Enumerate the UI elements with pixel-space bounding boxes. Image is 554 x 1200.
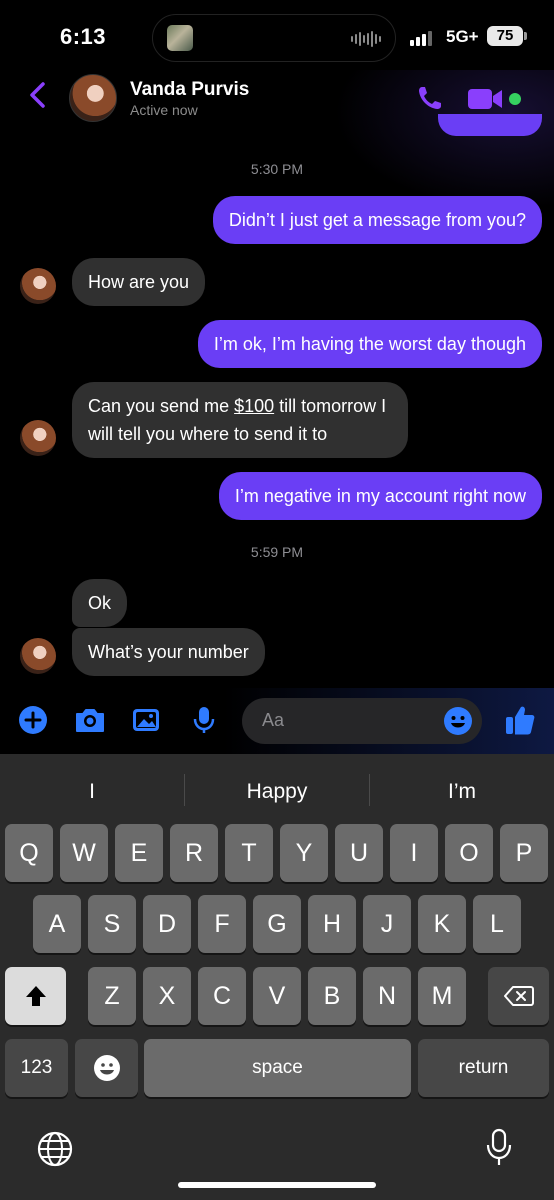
video-call-icon[interactable] [467, 87, 505, 111]
status-bar: 6:13 5G+ 75 [0, 0, 554, 70]
return-key[interactable]: return [418, 1039, 549, 1097]
battery-level: 75 [487, 26, 523, 46]
outgoing-message[interactable]: I’m ok, I’m having the worst day though [197, 320, 542, 368]
message-composer: Aa [0, 688, 554, 754]
emoji-keyboard-icon [93, 1055, 120, 1081]
key-v[interactable]: V [253, 967, 301, 1025]
incoming-message[interactable]: How are you [72, 258, 206, 306]
back-arrow-icon[interactable] [26, 80, 50, 110]
key-p[interactable]: P [500, 824, 548, 882]
thumbs-up-icon[interactable] [503, 703, 537, 737]
timestamp: 5:30 PM [250, 161, 304, 177]
image-icon[interactable] [131, 705, 161, 735]
contact-presence: Active now [130, 102, 198, 118]
key-j[interactable]: J [363, 895, 411, 953]
money-amount-link[interactable]: $100 [234, 396, 274, 416]
dynamic-island[interactable] [152, 14, 396, 62]
outgoing-message[interactable]: I’m negative in my account right now [218, 472, 542, 520]
dictation-microphone-icon[interactable] [484, 1128, 514, 1168]
key-u[interactable]: U [335, 824, 383, 882]
incoming-message[interactable]: What’s your number [72, 628, 265, 676]
timestamp: 5:59 PM [250, 544, 304, 560]
incoming-message[interactable]: Can you send me $100 till tomorrow I wil… [72, 382, 409, 458]
key-o[interactable]: O [445, 824, 493, 882]
sender-avatar[interactable] [20, 268, 56, 304]
message-input-placeholder: Aa [262, 710, 285, 730]
emoji-key[interactable] [75, 1039, 138, 1097]
incoming-message[interactable]: Ok [72, 579, 128, 627]
microphone-icon[interactable] [189, 705, 219, 735]
outgoing-message[interactable]: Didn’t I just get a message from you? [212, 196, 542, 244]
key-c[interactable]: C [198, 967, 246, 1025]
now-playing-artwork [167, 25, 193, 51]
message-list[interactable]: 5:30 PM Didn’t I just get a message from… [0, 150, 554, 680]
plus-icon[interactable] [18, 705, 48, 735]
key-y[interactable]: Y [280, 824, 328, 882]
battery-cap [524, 32, 527, 40]
suggestion-1[interactable]: I [0, 772, 184, 812]
backspace-icon [503, 986, 534, 1006]
contact-avatar[interactable] [69, 74, 117, 122]
key-b[interactable]: B [308, 967, 356, 1025]
key-x[interactable]: X [143, 967, 191, 1025]
key-d[interactable]: D [143, 895, 191, 953]
audio-waveform-icon [351, 31, 381, 47]
previous-message-bubble [438, 114, 542, 136]
sender-avatar[interactable] [20, 638, 56, 674]
home-indicator[interactable] [178, 1182, 376, 1188]
contact-name[interactable]: Vanda Purvis [130, 79, 249, 101]
key-h[interactable]: H [308, 895, 356, 953]
key-a[interactable]: A [33, 895, 81, 953]
online-status-dot [509, 93, 521, 105]
suggestion-3[interactable]: I’m [370, 772, 554, 812]
message-text: till tomorrow I [274, 396, 387, 416]
globe-icon[interactable] [36, 1130, 74, 1168]
key-w[interactable]: W [60, 824, 108, 882]
key-k[interactable]: K [418, 895, 466, 953]
space-key[interactable]: space [144, 1039, 411, 1097]
message-input[interactable]: Aa [242, 698, 482, 744]
phone-call-icon[interactable] [416, 84, 444, 112]
key-g[interactable]: G [253, 895, 301, 953]
key-f[interactable]: F [198, 895, 246, 953]
key-q[interactable]: Q [5, 824, 53, 882]
delete-key[interactable] [488, 967, 549, 1025]
numbers-key[interactable]: 123 [5, 1039, 68, 1097]
key-z[interactable]: Z [88, 967, 136, 1025]
message-text: will tell you where to send it to [88, 424, 328, 444]
network-type: 5G+ [446, 27, 479, 46]
message-text: Can you send me [88, 396, 235, 416]
emoji-icon[interactable] [443, 706, 473, 736]
keyboard: I Happy I’m Q W E R T Y U I O P A S D F … [0, 754, 554, 1200]
key-n[interactable]: N [363, 967, 411, 1025]
key-s[interactable]: S [88, 895, 136, 953]
cellular-signal-icon [410, 30, 432, 46]
key-l[interactable]: L [473, 895, 521, 953]
key-e[interactable]: E [115, 824, 163, 882]
key-r[interactable]: R [170, 824, 218, 882]
key-m[interactable]: M [418, 967, 466, 1025]
status-time: 6:13 [60, 24, 107, 49]
camera-icon[interactable] [74, 705, 106, 735]
suggestion-2[interactable]: Happy [185, 772, 369, 812]
sender-avatar[interactable] [20, 420, 56, 456]
key-i[interactable]: I [390, 824, 438, 882]
shift-arrow-icon [25, 986, 46, 1006]
key-t[interactable]: T [225, 824, 273, 882]
shift-key[interactable] [5, 967, 66, 1025]
